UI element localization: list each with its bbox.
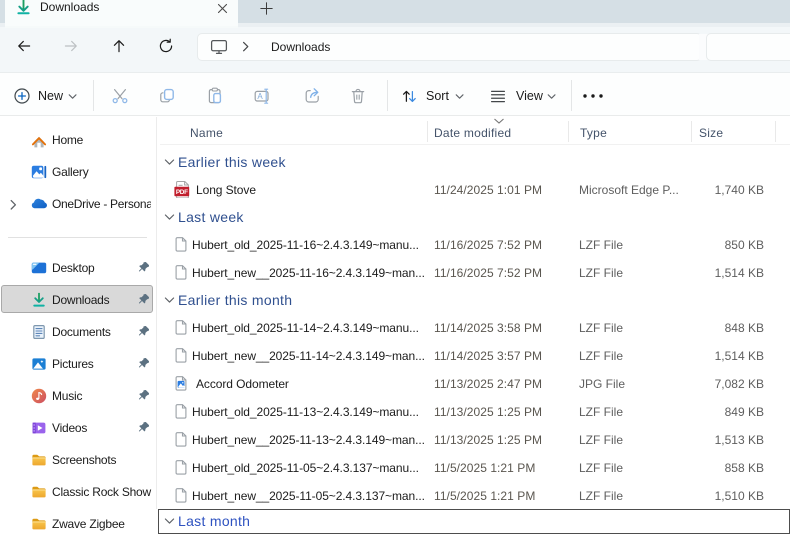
svg-text:A: A (257, 92, 263, 101)
svg-text:PDF: PDF (176, 189, 188, 196)
